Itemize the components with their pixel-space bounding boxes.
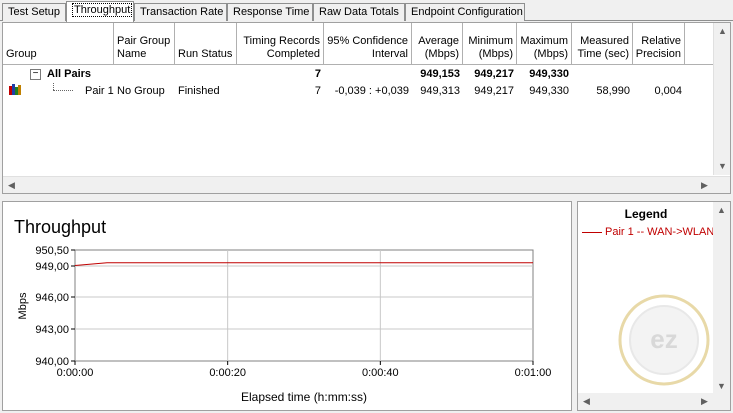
- pair-label: Pair 1: [85, 85, 114, 97]
- legend-scroll-up-icon[interactable]: ▲: [713, 202, 730, 219]
- column-header-maximum[interactable]: Maximum (Mbps): [517, 23, 572, 65]
- y-tick-label: 949,00: [35, 261, 69, 273]
- tab-response-time[interactable]: Response Time: [227, 3, 313, 21]
- pair-maximum: 949,330: [529, 85, 569, 97]
- y-tick-label: 950,50: [35, 245, 69, 257]
- scroll-right-icon[interactable]: ▶: [696, 177, 713, 193]
- group-minimum: 949,217: [474, 68, 514, 80]
- y-tick-label: 946,00: [35, 292, 69, 304]
- column-header-run-status[interactable]: Run Status: [175, 23, 237, 65]
- x-tick-label: 0:00:00: [57, 367, 94, 379]
- x-tick-label: 0:00:20: [209, 367, 246, 379]
- collapse-toggle[interactable]: −: [30, 69, 41, 80]
- pair-group-name: No Group: [117, 85, 165, 97]
- column-header-group[interactable]: Group: [3, 23, 114, 65]
- column-header-measured-time[interactable]: Measured Time (sec): [572, 23, 633, 65]
- column-header-minimum[interactable]: Minimum (Mbps): [463, 23, 517, 65]
- watermark-logo: ez: [614, 292, 714, 388]
- group-maximum: 949,330: [529, 68, 569, 80]
- column-header-timing-records[interactable]: Timing Records Completed: [237, 23, 324, 65]
- throughput-chart: Throughput Mbps Elapsed time (h:mm:ss) 0…: [14, 217, 552, 404]
- chart-title: Throughput: [14, 217, 106, 237]
- pair-relative-precision: 0,004: [654, 85, 682, 97]
- x-tick-label: 0:00:40: [362, 367, 399, 379]
- tab-transaction-rate[interactable]: Transaction Rate: [134, 3, 227, 21]
- legend-line-swatch: [582, 231, 602, 233]
- pair-average: 949,313: [420, 85, 460, 97]
- tab-throughput[interactable]: Throughput: [66, 1, 134, 22]
- column-header-pair-group-name[interactable]: Pair Group Name: [114, 23, 175, 65]
- legend-scroll-right-icon[interactable]: ▶: [696, 393, 713, 410]
- column-header-average[interactable]: Average (Mbps): [412, 23, 463, 65]
- scroll-down-icon[interactable]: ▼: [714, 158, 730, 175]
- tab-throughput-label: Throughput: [72, 3, 133, 17]
- y-tick-label: 940,00: [35, 356, 69, 368]
- legend-item-label: Pair 1 -- WAN->WLAN: [605, 226, 715, 238]
- pair-chart-icon: [9, 83, 21, 98]
- legend-panel: Legend Pair 1 -- WAN->WLAN ez ▲ ▼ ◀ ▶: [577, 201, 731, 411]
- legend-scroll-left-icon[interactable]: ◀: [578, 393, 595, 410]
- column-header-confidence[interactable]: 95% Confidence Interval: [324, 23, 412, 65]
- tab-bar: Test Setup Throughput Transaction Rate R…: [0, 0, 733, 22]
- column-header-empty: [685, 23, 713, 65]
- scroll-up-icon[interactable]: ▲: [714, 23, 730, 40]
- group-label: All Pairs: [47, 68, 92, 80]
- tree-line-vertical: [53, 83, 54, 90]
- pair-measured-time: 58,990: [596, 85, 630, 97]
- x-axis-label: Elapsed time (h:mm:ss): [241, 390, 367, 404]
- table-vertical-scrollbar[interactable]: ▲ ▼: [713, 23, 730, 175]
- svg-text:ez: ez: [650, 324, 677, 354]
- table-horizontal-scrollbar[interactable]: ◀ ▶: [3, 176, 730, 193]
- pair-minimum: 949,217: [474, 85, 514, 97]
- legend-horizontal-scrollbar[interactable]: ◀ ▶: [578, 393, 730, 410]
- y-tick-label: 943,00: [35, 324, 69, 336]
- pair-run-status: Finished: [178, 85, 220, 97]
- scroll-left-icon[interactable]: ◀: [3, 177, 20, 193]
- column-header-relative-precision[interactable]: Relative Precision: [633, 23, 685, 65]
- legend-vertical-scrollbar[interactable]: ▲ ▼: [713, 202, 730, 395]
- legend-title: Legend: [624, 207, 668, 221]
- pair-records: 7: [314, 85, 321, 97]
- group-records: 7: [314, 68, 321, 80]
- tab-test-setup[interactable]: Test Setup: [2, 3, 66, 21]
- pair-confidence: -0,039 : +0,039: [334, 85, 409, 97]
- tab-raw-data-totals[interactable]: Raw Data Totals: [313, 3, 405, 21]
- tab-endpoint-configuration[interactable]: Endpoint Configuration: [405, 3, 525, 21]
- tree-line-horizontal: [53, 90, 73, 91]
- legend-item-pair-1[interactable]: Pair 1 -- WAN->WLAN: [582, 226, 714, 238]
- y-axis-label: Mbps: [17, 292, 29, 319]
- plot-area: [74, 249, 534, 362]
- results-table: Group Pair Group Name Run Status Timing …: [2, 22, 731, 194]
- x-tick-label: 0:01:00: [515, 367, 552, 379]
- group-average: 949,153: [420, 68, 460, 80]
- throughput-chart-panel: Throughput Mbps Elapsed time (h:mm:ss) 0…: [2, 201, 572, 411]
